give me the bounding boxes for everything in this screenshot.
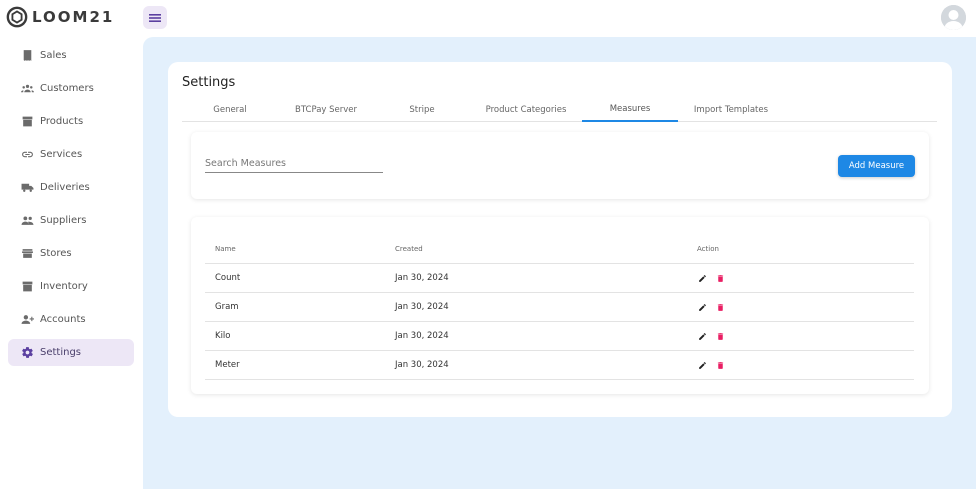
cell-created: Jan 30, 2024 <box>395 360 449 370</box>
logo-text: LOOM21 <box>32 8 115 26</box>
group-icon <box>20 214 34 228</box>
cell-action <box>697 302 914 312</box>
logo[interactable]: LOOM21 <box>6 6 114 28</box>
sidebar: LOOM21 Sales Customers Products Services… <box>0 0 143 489</box>
link-icon <box>20 148 34 162</box>
edit-pencil-icon[interactable] <box>697 360 707 370</box>
sidebar-item-label: Products <box>40 116 84 127</box>
loom-logo-icon <box>6 6 28 28</box>
avatar[interactable] <box>941 5 966 30</box>
main-content: Settings General BTCPay Server Stripe Pr… <box>143 37 976 489</box>
header-action: Action <box>697 244 719 253</box>
sidebar-item-customers[interactable]: Customers <box>8 75 134 102</box>
header-name: Name <box>215 244 236 253</box>
tab-product-categories[interactable]: Product Categories <box>470 98 582 122</box>
person-add-icon <box>20 313 34 327</box>
table-row: Kilo Jan 30, 2024 <box>205 322 914 351</box>
sidebar-item-label: Suppliers <box>40 215 87 226</box>
tab-btcpay-server[interactable]: BTCPay Server <box>278 98 374 122</box>
sidebar-item-accounts[interactable]: Accounts <box>8 306 134 333</box>
tab-measures[interactable]: Measures <box>582 98 678 122</box>
settings-tabs: General BTCPay Server Stripe Product Cat… <box>182 98 937 122</box>
sidebar-item-label: Settings <box>40 347 82 358</box>
box-icon <box>20 280 34 294</box>
sidebar-item-label: Services <box>40 149 83 160</box>
cell-action <box>697 273 914 283</box>
header-created: Created <box>395 244 423 253</box>
measures-table-panel: Name Created Action Count Jan 30, 2024 G… <box>191 217 929 394</box>
sidebar-item-sales[interactable]: Sales <box>8 42 134 69</box>
table-row: Count Jan 30, 2024 <box>205 264 914 293</box>
menu-toggle-button[interactable] <box>143 6 167 29</box>
store-icon <box>20 247 34 261</box>
edit-pencil-icon[interactable] <box>697 273 707 283</box>
sidebar-item-settings[interactable]: Settings <box>8 339 134 366</box>
sidebar-nav: Sales Customers Products Services Delive… <box>8 42 134 372</box>
edit-pencil-icon[interactable] <box>697 331 707 341</box>
tab-general[interactable]: General <box>182 98 278 122</box>
measures-table: Name Created Action Count Jan 30, 2024 G… <box>205 234 914 380</box>
cell-name: Kilo <box>215 331 231 341</box>
cell-name: Meter <box>215 360 240 370</box>
sidebar-item-deliveries[interactable]: Deliveries <box>8 174 134 201</box>
user-avatar-icon <box>941 5 966 30</box>
sidebar-item-services[interactable]: Services <box>8 141 134 168</box>
sidebar-item-label: Accounts <box>40 314 86 325</box>
people-icon <box>20 82 34 96</box>
cell-name: Count <box>215 273 241 283</box>
search-input[interactable] <box>205 154 383 173</box>
sidebar-item-label: Stores <box>40 248 72 259</box>
tab-import-templates[interactable]: Import Templates <box>678 98 784 122</box>
sidebar-item-label: Sales <box>40 50 67 61</box>
settings-card: Settings General BTCPay Server Stripe Pr… <box>168 62 952 417</box>
archive-icon <box>20 115 34 129</box>
delete-trash-icon[interactable] <box>715 331 725 341</box>
cell-created: Jan 30, 2024 <box>395 273 449 283</box>
table-row: Meter Jan 30, 2024 <box>205 351 914 380</box>
sidebar-item-products[interactable]: Products <box>8 108 134 135</box>
table-header: Name Created Action <box>205 234 914 264</box>
hamburger-icon <box>149 13 161 22</box>
receipt-icon <box>20 49 34 63</box>
delete-trash-icon[interactable] <box>715 360 725 370</box>
truck-icon <box>20 181 34 195</box>
search-panel: Add Measure <box>191 132 929 199</box>
cell-created: Jan 30, 2024 <box>395 331 449 341</box>
table-row: Gram Jan 30, 2024 <box>205 293 914 322</box>
delete-trash-icon[interactable] <box>715 302 725 312</box>
tab-stripe[interactable]: Stripe <box>374 98 470 122</box>
cell-name: Gram <box>215 302 239 312</box>
sidebar-item-suppliers[interactable]: Suppliers <box>8 207 134 234</box>
cell-action <box>697 331 914 341</box>
sidebar-item-stores[interactable]: Stores <box>8 240 134 267</box>
gear-icon <box>20 346 34 360</box>
page-title: Settings <box>182 75 236 90</box>
sidebar-item-label: Deliveries <box>40 182 90 193</box>
edit-pencil-icon[interactable] <box>697 302 707 312</box>
sidebar-item-label: Inventory <box>40 281 88 292</box>
cell-action <box>697 360 914 370</box>
delete-trash-icon[interactable] <box>715 273 725 283</box>
cell-created: Jan 30, 2024 <box>395 302 449 312</box>
add-measure-button[interactable]: Add Measure <box>838 155 915 177</box>
sidebar-item-inventory[interactable]: Inventory <box>8 273 134 300</box>
sidebar-item-label: Customers <box>40 83 94 94</box>
